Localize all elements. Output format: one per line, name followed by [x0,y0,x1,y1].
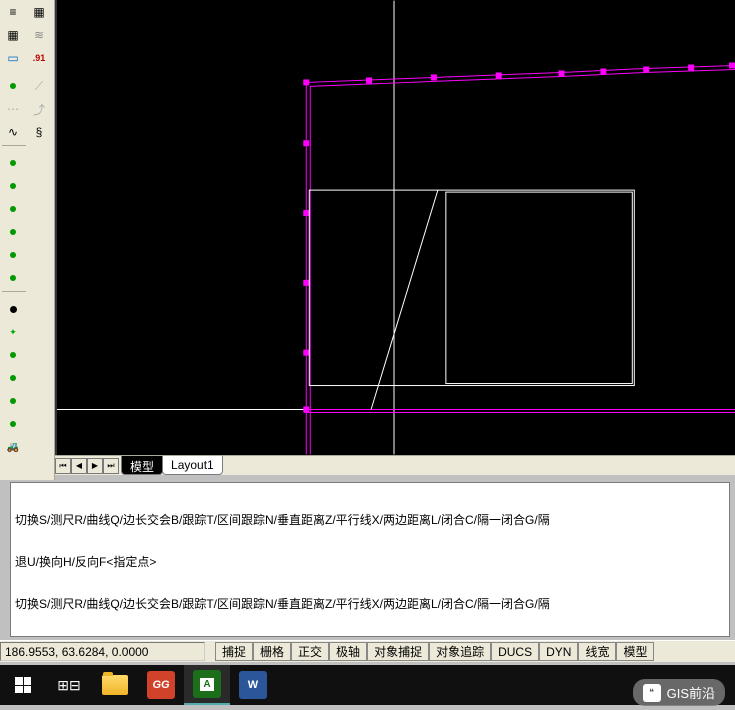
tool-icon-btn[interactable]: ⋯ [2,98,24,120]
green-dot-icon[interactable] [2,221,24,243]
tool-icon-btn[interactable]: ▦ [28,1,50,23]
taskbar-app-gg[interactable]: GG [138,665,184,705]
command-text: 切换S/测尺R/曲线Q/边长交会B/跟踪T/区间跟踪N/垂直距离Z/平行线X/两… [11,483,729,637]
watermark-badge: ❝ GIS前沿 [633,679,725,706]
status-bar: 186.9553, 63.6284, 0.0000 捕捉 栅格 正交 极轴 对象… [0,640,735,662]
tool-icon-btn[interactable]: ≋ [28,24,50,46]
canvas-svg [57,0,735,455]
task-view-icon: ⊞⊟ [57,677,80,694]
green-dot-icon[interactable] [2,198,24,220]
tool-icon-btn[interactable]: § [28,121,50,143]
modelspace-toggle[interactable]: 模型 [616,642,654,661]
wechat-icon: ❝ [643,684,661,702]
green-dot-icon[interactable] [2,267,24,289]
tab-next-icon[interactable]: ▶ [87,458,103,474]
green-dot-icon[interactable] [2,75,24,97]
gg-app-icon: GG [147,671,175,699]
windows-logo-icon [15,677,31,693]
vehicle-icon[interactable]: 🚜 [2,436,24,458]
green-dot-icon[interactable] [2,344,24,366]
tab-layout1[interactable]: Layout1 [162,456,223,475]
tool-icon-btn[interactable]: ⟋ [28,75,50,97]
grid-toggle[interactable]: 栅格 [253,642,291,661]
green-dot-icon[interactable] [2,175,24,197]
drawing-canvas[interactable] [55,0,735,455]
cad-app-icon: A [193,670,221,698]
tab-first-icon[interactable]: ⏮ [55,458,71,474]
folder-icon [102,675,128,695]
taskbar-app-cad[interactable]: A [184,665,230,705]
dyn-toggle[interactable]: DYN [539,642,578,661]
tool-measure-icon[interactable]: .91 [28,47,50,69]
snap-toggle[interactable]: 捕捉 [215,642,253,661]
ducs-toggle[interactable]: DUCS [491,642,539,661]
tool-rect-icon[interactable]: ▭ [2,47,24,69]
ortho-toggle[interactable]: 正交 [291,642,329,661]
tab-last-icon[interactable]: ⏭ [103,458,119,474]
green-dot-icon[interactable] [2,244,24,266]
left-toolbar: ≡ ▦ ▭ ⋯ ∿ ✦ 🚜 ▦ ≋ .91 ⟋ ⤴ § [0,0,55,480]
taskbar-app-word[interactable]: W [230,665,276,705]
layout-tab-bar: ⏮ ◀ ▶ ⏭ 模型 Layout1 [55,455,735,475]
start-button[interactable] [0,665,46,705]
tool-icon-btn[interactable]: ▦ [2,24,24,46]
otrack-toggle[interactable]: 对象追踪 [429,642,491,661]
windows-taskbar: ⊞⊟ GG A W [0,665,735,705]
osnap-toggle[interactable]: 对象捕捉 [367,642,429,661]
file-explorer-button[interactable] [92,665,138,705]
lwt-toggle[interactable]: 线宽 [578,642,616,661]
green-dot-icon[interactable] [2,152,24,174]
command-history[interactable]: 切换S/测尺R/曲线Q/边长交会B/跟踪T/区间跟踪N/垂直距离Z/平行线X/两… [10,482,730,637]
task-view-button[interactable]: ⊞⊟ [46,665,92,705]
tab-model[interactable]: 模型 [121,456,163,475]
polar-toggle[interactable]: 极轴 [329,642,367,661]
tool-icon-btn[interactable]: ∿ [2,121,24,143]
tab-prev-icon[interactable]: ◀ [71,458,87,474]
green-cluster-icon[interactable]: ✦ [2,321,24,343]
tool-icon-btn[interactable]: ≡ [2,1,24,23]
word-app-icon: W [239,671,267,699]
tool-icon-btn[interactable]: ⤴ [28,98,50,120]
green-dot-icon[interactable] [2,298,24,320]
green-dot-icon[interactable] [2,367,24,389]
green-dot-icon[interactable] [2,413,24,435]
coords-display: 186.9553, 63.6284, 0.0000 [0,642,205,661]
green-dot-icon[interactable] [2,390,24,412]
